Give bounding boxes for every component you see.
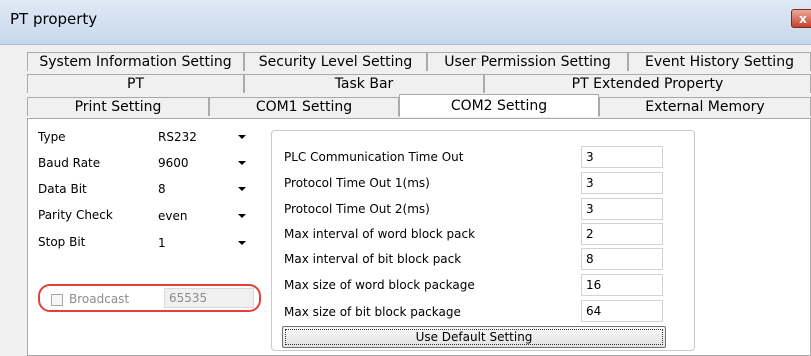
- chevron-down-icon: [238, 241, 246, 245]
- tab-task-bar[interactable]: Task Bar: [244, 74, 484, 93]
- pt-property-dialog: PT property x System Information Setting…: [0, 0, 811, 356]
- protocol-timeout-1-input[interactable]: 3: [581, 172, 663, 194]
- window-title: PT property: [10, 10, 98, 28]
- parity-check-label: Parity Check: [38, 208, 113, 222]
- baud-rate-dropdown[interactable]: 9600: [154, 152, 250, 174]
- tab-com2-setting[interactable]: COM2 Setting: [399, 94, 599, 117]
- stop-bit-value: 1: [158, 236, 166, 250]
- tab-user-permission-setting[interactable]: User Permission Setting: [427, 52, 628, 71]
- tab-system-information-setting[interactable]: System Information Setting: [27, 52, 244, 71]
- type-label: Type: [38, 130, 66, 144]
- type-dropdown[interactable]: RS232: [154, 126, 250, 148]
- max-size-word-block-label: Max size of word block package: [284, 278, 475, 292]
- stop-bit-label: Stop Bit: [38, 235, 86, 249]
- chevron-down-icon: [238, 214, 246, 218]
- parity-check-dropdown[interactable]: even: [154, 205, 250, 227]
- stop-bit-dropdown[interactable]: 1: [154, 232, 250, 254]
- chevron-down-icon: [238, 187, 246, 191]
- type-value: RS232: [158, 130, 197, 144]
- plc-communication-timeout-input[interactable]: 3: [581, 146, 663, 168]
- tab-print-setting[interactable]: Print Setting: [27, 97, 209, 116]
- close-icon: x: [799, 11, 807, 26]
- baud-rate-value: 9600: [158, 156, 189, 170]
- tab-event-history-setting[interactable]: Event History Setting: [628, 52, 811, 71]
- baud-rate-label: Baud Rate: [38, 156, 101, 170]
- focus-rect: [285, 329, 663, 345]
- max-interval-bit-block-input[interactable]: 8: [581, 248, 663, 270]
- broadcast-label: Broadcast: [69, 292, 130, 306]
- data-bit-label: Data Bit: [38, 182, 87, 196]
- protocol-timeout-1-label: Protocol Time Out 1(ms): [284, 176, 430, 190]
- max-interval-bit-block-label: Max interval of bit block pack: [284, 252, 462, 266]
- broadcast-checkbox[interactable]: [51, 294, 63, 306]
- max-interval-word-block-label: Max interval of word block pack: [284, 227, 476, 241]
- max-interval-word-block-input[interactable]: 2: [581, 223, 663, 245]
- max-size-bit-block-label: Max size of bit block package: [284, 305, 461, 319]
- parity-check-value: even: [158, 209, 188, 223]
- max-size-word-block-input[interactable]: 16: [581, 274, 663, 296]
- com2-setting-panel: Type RS232 Baud Rate 9600 Data Bit 8 Par…: [27, 118, 811, 356]
- tab-external-memory[interactable]: External Memory: [599, 97, 811, 116]
- use-default-setting-button[interactable]: Use Default Setting: [282, 326, 666, 348]
- tab-pt[interactable]: PT: [27, 74, 244, 93]
- tab-com1-setting[interactable]: COM1 Setting: [209, 97, 399, 116]
- data-bit-dropdown[interactable]: 8: [154, 178, 250, 200]
- tab-security-level-setting[interactable]: Security Level Setting: [244, 52, 427, 71]
- plc-communication-group: PLC Communication Time Out 3 Protocol Ti…: [271, 130, 695, 351]
- protocol-timeout-2-label: Protocol Time Out 2(ms): [284, 202, 430, 216]
- broadcast-highlight: Broadcast 65535: [38, 284, 261, 312]
- chevron-down-icon: [238, 135, 246, 139]
- tab-pt-extended-property[interactable]: PT Extended Property: [484, 74, 811, 93]
- protocol-timeout-2-input[interactable]: 3: [581, 198, 663, 220]
- broadcast-address-field[interactable]: 65535: [164, 288, 254, 308]
- plc-communication-timeout-label: PLC Communication Time Out: [284, 150, 464, 164]
- chevron-down-icon: [238, 161, 246, 165]
- data-bit-value: 8: [158, 182, 166, 196]
- title-bar: PT property x: [0, 0, 811, 45]
- max-size-bit-block-input[interactable]: 64: [581, 300, 663, 322]
- close-button[interactable]: x: [791, 9, 811, 28]
